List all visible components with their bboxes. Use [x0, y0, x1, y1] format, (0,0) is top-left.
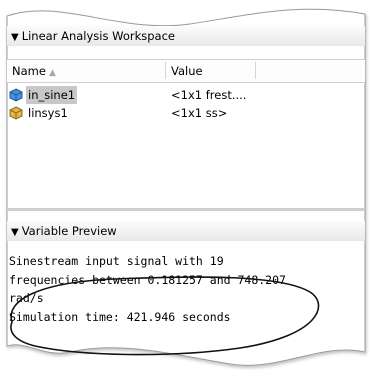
workspace-panel-title: Linear Analysis Workspace: [21, 29, 175, 43]
preview-line: frequencies between 0.181257 and 748.207: [9, 272, 286, 287]
collapse-triangle-icon[interactable]: ▼: [11, 227, 19, 238]
column-separator[interactable]: [255, 62, 256, 79]
panel-splitter[interactable]: [7, 208, 365, 211]
variable-preview-text: Sinestream input signal with 19 frequenci…: [9, 252, 365, 326]
workspace-column-header: Name ▲ Value: [7, 59, 365, 83]
preview-line: Sinestream input signal with 19: [9, 254, 224, 268]
column-separator[interactable]: [165, 62, 166, 79]
variable-name[interactable]: linsys1: [26, 104, 70, 122]
preview-line: rad/s: [9, 291, 44, 305]
variable-value: <1x1 ss>: [171, 106, 228, 120]
value-column-header[interactable]: Value: [171, 60, 203, 82]
collapse-triangle-icon[interactable]: ▼: [11, 32, 19, 43]
preview-panel-header[interactable]: ▼ Variable Preview: [7, 221, 365, 241]
frest-object-icon: [9, 88, 23, 102]
preview-panel-title: Variable Preview: [21, 224, 117, 238]
sort-ascending-icon: ▲: [48, 68, 56, 78]
ss-model-icon: [9, 106, 23, 120]
variable-name[interactable]: in_sine1: [26, 86, 78, 104]
workspace-panel-header[interactable]: ▼ Linear Analysis Workspace: [7, 26, 365, 46]
preview-line: Simulation time: 421.946 seconds: [9, 309, 231, 324]
name-column-header[interactable]: Name ▲: [12, 60, 56, 84]
workspace-variable-row[interactable]: linsys1 <1x1 ss>: [7, 104, 365, 122]
workspace-variable-row[interactable]: in_sine1 <1x1 frest....: [7, 86, 365, 104]
variable-value: <1x1 frest....: [171, 88, 247, 102]
